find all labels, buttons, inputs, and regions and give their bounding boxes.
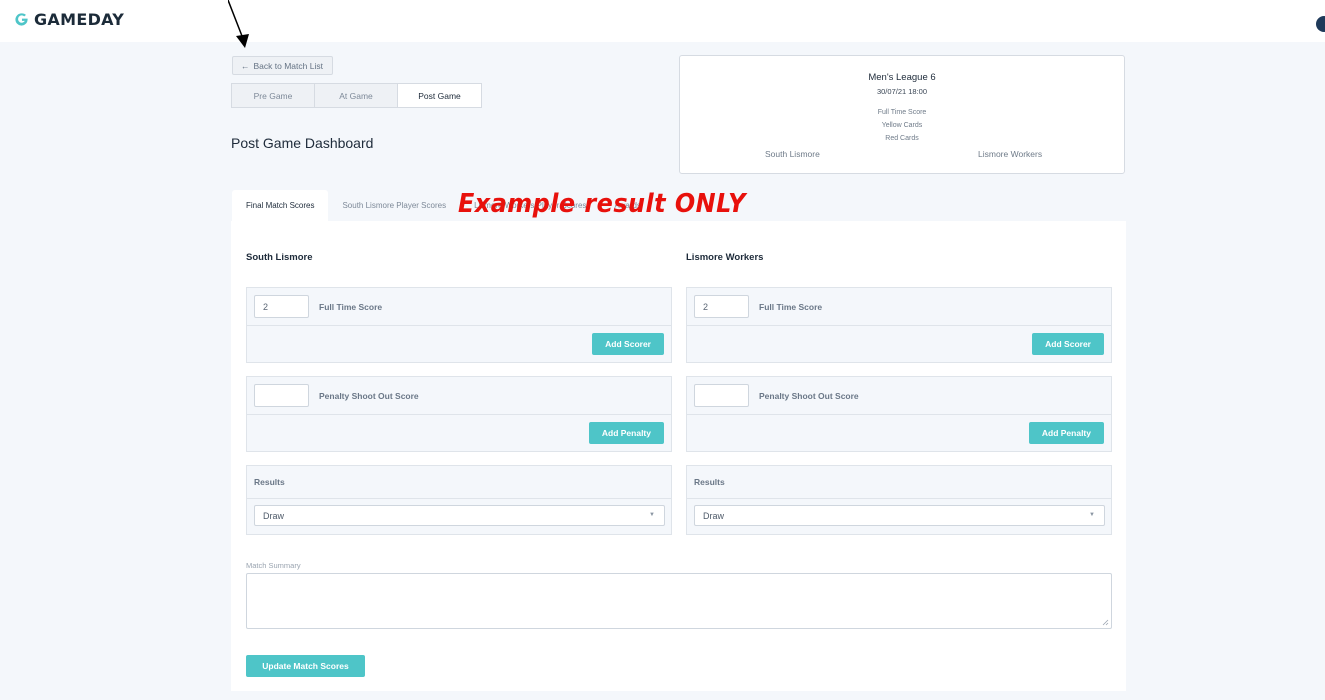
home-add-penalty-button[interactable]: Add Penalty (588, 422, 664, 444)
top-bar: GAMEDAY (0, 0, 1325, 42)
home-result-value: Draw (263, 510, 285, 521)
away-full-time-label: Full Time Score (759, 301, 823, 312)
tab-home-player-scores[interactable]: South Lismore Player Scores (328, 190, 460, 221)
away-result-value: Draw (703, 510, 725, 521)
tab-pre-game[interactable]: Pre Game (232, 84, 315, 107)
away-penalty-label: Penalty Shoot Out Score (759, 390, 859, 401)
away-result-select[interactable]: Draw ▼ (694, 505, 1105, 526)
tab-final-match-scores[interactable]: Final Match Scores (232, 190, 329, 221)
away-results-label: Results (694, 477, 725, 487)
home-results-box: Results Draw ▼ (246, 465, 672, 535)
away-full-time-score-box: 2 Full Time Score Add Scorer (686, 287, 1112, 363)
back-button-label: Back to Match List (253, 60, 323, 71)
phase-tabs: Pre Game At Game Post Game (231, 83, 482, 108)
away-add-penalty-button[interactable]: Add Penalty (1028, 422, 1104, 444)
chevron-down-icon: ▼ (1089, 512, 1095, 518)
home-team-heading: South Lismore (246, 252, 313, 263)
page-title: Post Game Dashboard (231, 135, 374, 151)
home-add-scorer-button[interactable]: Add Scorer (592, 333, 664, 355)
home-full-time-label: Full Time Score (319, 301, 383, 312)
chevron-down-icon: ▼ (649, 512, 655, 518)
away-penalty-box: Penalty Shoot Out Score Add Penalty (686, 376, 1112, 452)
arrow-left-icon: ← (241, 60, 250, 71)
brand-name: GAMEDAY (34, 10, 125, 29)
home-penalty-box: Penalty Shoot Out Score Add Penalty (246, 376, 672, 452)
home-full-time-score-input[interactable]: 2 (254, 295, 309, 318)
stat-label-red-cards: Red Cards (885, 135, 919, 142)
gameday-logo[interactable]: GAMEDAY (14, 10, 124, 29)
resize-handle-icon[interactable] (1102, 619, 1109, 626)
annotation-arrow-icon (228, 0, 249, 48)
match-home-team: South Lismore (765, 149, 820, 159)
match-league: Men's League 6 (868, 72, 936, 83)
match-datetime: 30/07/21 18:00 (876, 87, 928, 96)
tab-post-game[interactable]: Post Game (398, 84, 481, 107)
away-add-scorer-button[interactable]: Add Scorer (1032, 333, 1104, 355)
home-penalty-score-input[interactable] (254, 384, 309, 407)
match-summary-label: Match Summary (246, 561, 301, 570)
home-penalty-label: Penalty Shoot Out Score (319, 390, 419, 401)
match-away-team: Lismore Workers (978, 149, 1043, 159)
away-team-heading: Lismore Workers (686, 252, 764, 263)
gameday-logo-icon (15, 13, 28, 26)
away-penalty-score-input[interactable] (694, 384, 749, 407)
home-result-select[interactable]: Draw ▼ (254, 505, 665, 526)
example-result-annotation: Example result ONLY (458, 189, 746, 219)
stat-label-full-time: Full Time Score (877, 109, 927, 116)
tab-at-game[interactable]: At Game (315, 84, 398, 107)
update-match-scores-button[interactable]: Update Match Scores (246, 655, 365, 677)
match-info-card: Men's League 6 30/07/21 18:00 Full Time … (679, 55, 1125, 174)
user-avatar[interactable] (1316, 16, 1325, 32)
away-results-box: Results Draw ▼ (686, 465, 1112, 535)
stat-label-yellow-cards: Yellow Cards (881, 122, 923, 129)
home-results-label: Results (254, 477, 285, 487)
home-full-time-score-box: 2 Full Time Score Add Scorer (246, 287, 672, 363)
back-to-match-list-button[interactable]: ← Back to Match List (232, 56, 333, 75)
away-full-time-score-input[interactable]: 2 (694, 295, 749, 318)
match-summary-textarea[interactable] (246, 573, 1112, 629)
